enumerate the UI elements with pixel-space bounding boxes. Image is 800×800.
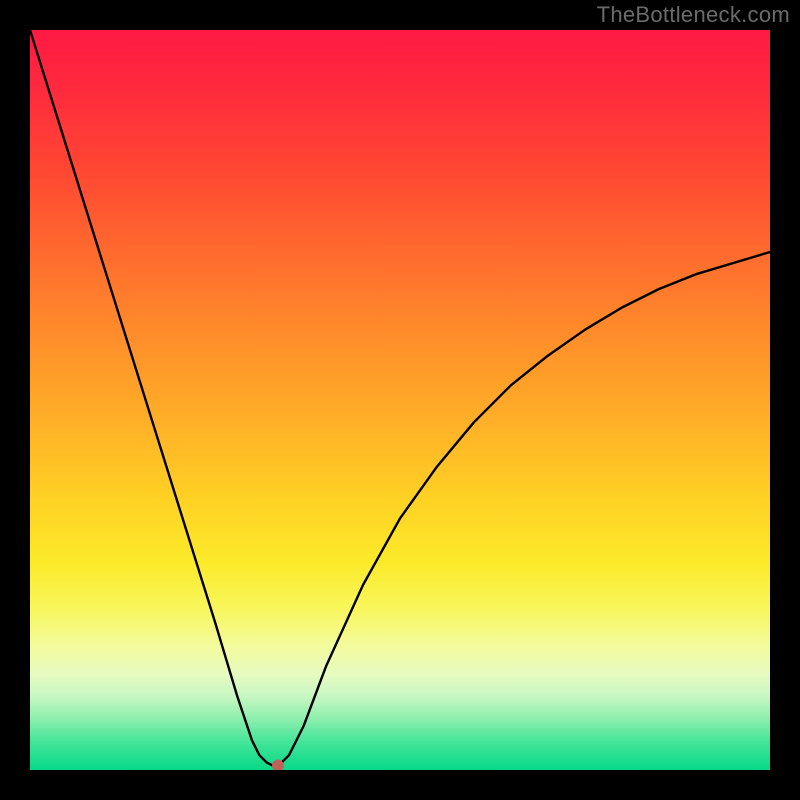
chart-frame: TheBottleneck.com bbox=[0, 0, 800, 800]
curve-svg bbox=[30, 30, 770, 770]
bottleneck-curve bbox=[30, 30, 770, 766]
plot-area bbox=[30, 30, 770, 770]
watermark-text: TheBottleneck.com bbox=[597, 2, 790, 28]
